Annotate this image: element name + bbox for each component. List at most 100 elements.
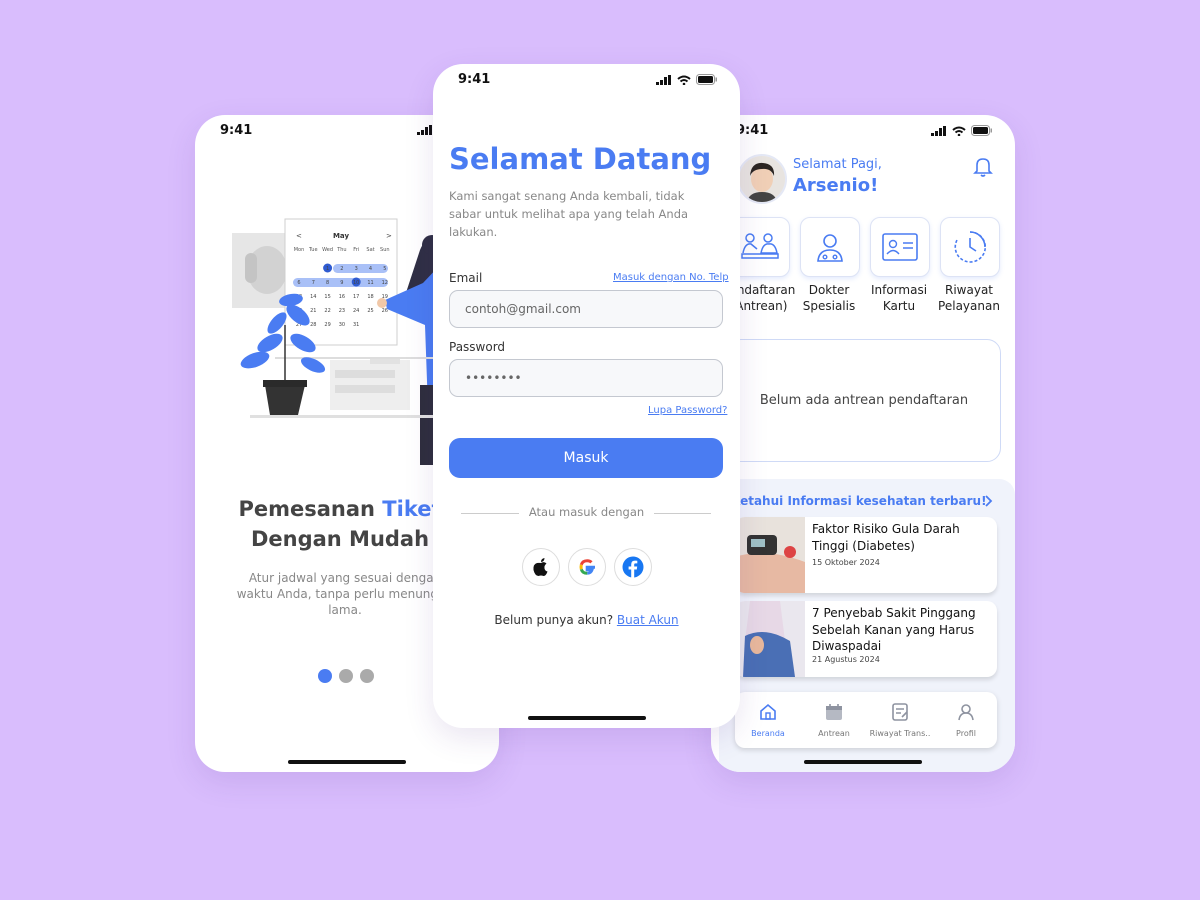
forgot-password-link[interactable]: Lupa Password? xyxy=(648,405,727,416)
google-login-button[interactable] xyxy=(568,548,606,586)
signup-link[interactable]: Buat Akun xyxy=(617,613,679,627)
calendar-date: 2 xyxy=(340,266,343,272)
svg-text:>: > xyxy=(386,232,392,240)
calendar-weekday: Mon xyxy=(294,247,305,253)
calendar-date: 29 xyxy=(324,322,330,328)
menu-card-info-button[interactable] xyxy=(870,217,930,277)
status-bar: 9:41 xyxy=(433,64,740,92)
email-placeholder: contoh@gmail.com xyxy=(465,302,581,316)
home-indicator xyxy=(527,716,646,720)
signup-prompt: Belum punya akun? Buat Akun xyxy=(433,613,740,627)
home-icon xyxy=(760,703,776,720)
calendar-weekday: Tue xyxy=(308,247,318,253)
status-time: 9:41 xyxy=(220,123,253,138)
menu-label: Dokter Spesialis xyxy=(802,283,856,313)
news-image xyxy=(735,517,805,593)
calendar-date: 1 xyxy=(326,266,329,272)
calendar-date: 3 xyxy=(355,266,358,272)
calendar-date: 9 xyxy=(340,280,343,286)
email-label: Email xyxy=(449,271,483,285)
calendar-date: 28 xyxy=(310,322,316,328)
calendar-date: 22 xyxy=(324,308,330,314)
login-title: Selamat Datang xyxy=(449,142,712,176)
status-time: 9:41 xyxy=(736,123,769,138)
transaction-icon xyxy=(892,703,908,721)
bell-icon[interactable] xyxy=(973,156,993,178)
login-subtitle: Kami sangat senang Anda kembali, tidak s… xyxy=(449,189,689,239)
phone-login-link[interactable]: Masuk dengan No. Telp xyxy=(613,272,729,283)
nav-label: Riwayat Trans.. xyxy=(869,729,931,738)
onboarding-description: Atur jadwal yang sesuai dengan waktu And… xyxy=(236,571,454,617)
news-date: 21 Agustus 2024 xyxy=(812,655,880,664)
calendar-date: 21 xyxy=(310,308,316,314)
user-photo xyxy=(739,156,785,202)
calendar-date: 23 xyxy=(339,308,345,314)
calendar-weekday: Thu xyxy=(336,247,346,253)
menu-label: Informasi Kartu xyxy=(870,283,928,313)
calendar-date: 25 xyxy=(367,308,373,314)
apple-login-button[interactable] xyxy=(522,548,560,586)
menu-history-button[interactable] xyxy=(940,217,1000,277)
email-field[interactable]: contoh@gmail.com xyxy=(449,290,723,328)
calendar-date: 10 xyxy=(353,280,359,286)
news-title: Faktor Risiko Gula Darah Tinggi (Diabete… xyxy=(812,522,960,553)
nav-home[interactable]: Beranda xyxy=(735,702,801,738)
nav-transactions[interactable]: Riwayat Trans.. xyxy=(867,702,933,738)
signal-icon xyxy=(656,74,671,85)
home-indicator xyxy=(804,760,922,764)
calendar-date: 18 xyxy=(367,294,373,300)
calendar-weekday: Sun xyxy=(380,247,390,253)
greeting-text: Selamat Pagi, xyxy=(793,157,882,172)
page-dot[interactable] xyxy=(360,669,374,683)
login-screen: 9:41 Selamat Datang Kami sangat senang A… xyxy=(433,64,740,728)
calendar-weekday: Fri xyxy=(353,247,359,253)
facebook-login-button[interactable] xyxy=(614,548,652,586)
password-value: •••••••• xyxy=(465,371,522,385)
calendar-date: 8 xyxy=(326,280,329,286)
calendar-date: 30 xyxy=(339,322,345,328)
title-part: Pemesanan xyxy=(238,497,383,521)
apple-icon xyxy=(533,558,548,576)
bottom-navigation: Beranda Antrean Riwayat Trans.. Profil xyxy=(735,692,997,748)
queue-empty-text: Belum ada antrean pendaftaran xyxy=(759,393,969,408)
nav-label: Antrean xyxy=(818,729,850,738)
calendar-date: 6 xyxy=(297,280,300,286)
page-dot[interactable] xyxy=(339,669,353,683)
nav-label: Beranda xyxy=(751,729,785,738)
page-indicator[interactable] xyxy=(318,669,374,683)
avatar[interactable] xyxy=(737,154,787,204)
svg-text:<: < xyxy=(296,232,302,240)
calendar-date: 31 xyxy=(353,322,359,328)
password-field[interactable]: •••••••• xyxy=(449,359,723,397)
history-icon xyxy=(954,231,987,263)
wifi-icon xyxy=(677,75,691,85)
chevron-right-icon[interactable] xyxy=(983,494,993,508)
calendar-date: 7 xyxy=(312,280,315,286)
nav-queue[interactable]: Antrean xyxy=(801,702,867,738)
wifi-icon xyxy=(952,126,966,136)
login-button[interactable]: Masuk xyxy=(449,438,723,478)
nav-label: Profil xyxy=(956,729,976,738)
signal-icon xyxy=(931,125,946,136)
signup-text: Belum punya akun? xyxy=(494,613,617,627)
news-title: 7 Penyebab Sakit Pinggang Sebelah Kanan … xyxy=(812,606,976,653)
home-screen: 9:41 Selamat Pagi, Arsenio! Pendaftaran … xyxy=(711,115,1015,772)
news-heading[interactable]: Ketahui Informasi kesehatan terbaru! xyxy=(731,494,987,508)
calendar-date: 15 xyxy=(324,294,330,300)
calendar-date: 14 xyxy=(310,294,316,300)
calendar-date: 5 xyxy=(383,266,386,272)
page-dot[interactable] xyxy=(318,669,332,683)
nav-profile[interactable]: Profil xyxy=(933,702,999,738)
news-card[interactable]: 7 Penyebab Sakit Pinggang Sebelah Kanan … xyxy=(735,601,997,677)
home-indicator xyxy=(288,760,406,764)
menu-doctor-button[interactable] xyxy=(800,217,860,277)
menu-label: Riwayat Pelayanan xyxy=(938,283,1000,313)
calendar-weekday: Wed xyxy=(322,247,333,253)
calendar-date: 12 xyxy=(382,280,388,286)
calendar-month: May xyxy=(333,232,349,240)
calendar-date: 16 xyxy=(339,294,345,300)
news-image xyxy=(735,601,805,677)
news-date: 15 Oktober 2024 xyxy=(812,558,880,567)
news-card[interactable]: Faktor Risiko Gula Darah Tinggi (Diabete… xyxy=(735,517,997,593)
battery-icon xyxy=(971,125,992,136)
